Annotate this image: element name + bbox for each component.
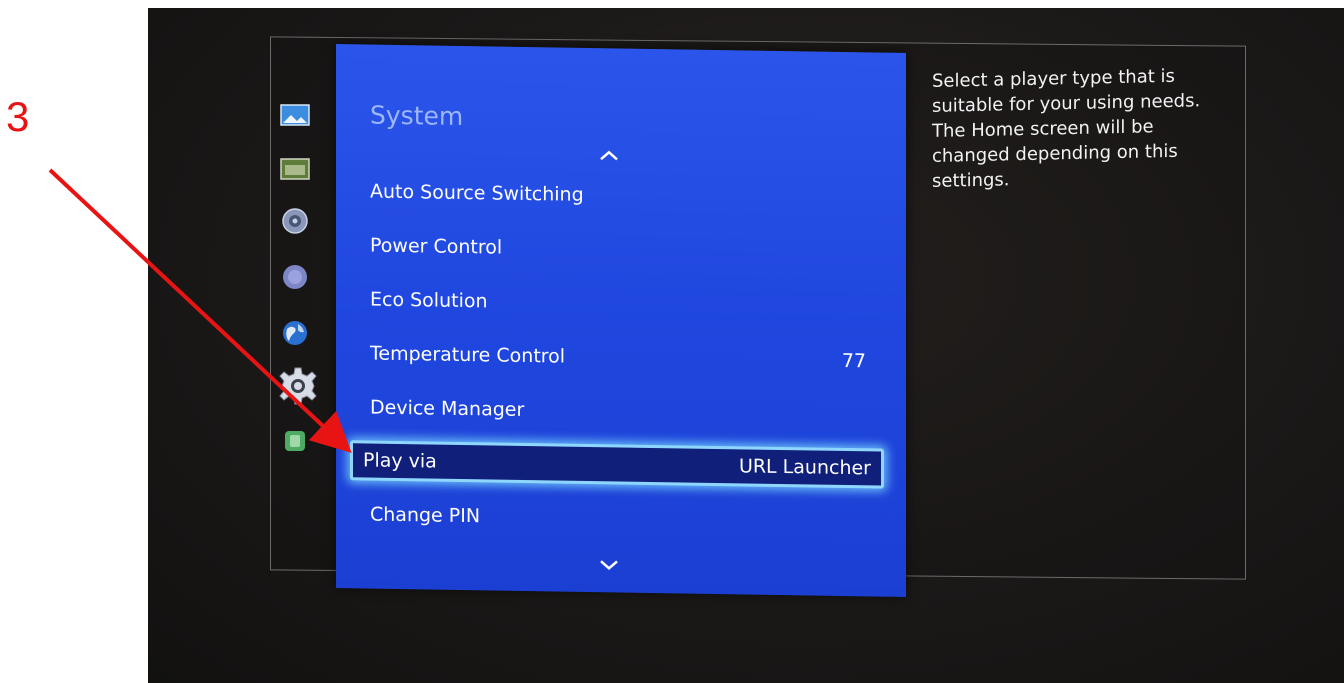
menu-item-label: Play via [363,449,437,473]
menu-item-power-control[interactable]: Power Control [370,226,870,274]
menu-item-auto-source-switching[interactable]: Auto Source Switching [370,172,870,220]
tv-screen: System Auto Source Switching Power Contr… [148,8,1344,683]
picture-icon[interactable] [278,98,312,132]
system-menu-panel: System Auto Source Switching Power Contr… [336,44,906,597]
broadcast-icon[interactable] [278,260,312,294]
scroll-down-icon[interactable] [598,558,620,572]
menu-item-change-pin[interactable]: Change PIN [370,495,870,543]
step-number-label: 3 [6,93,30,140]
system-gear-icon[interactable] [278,366,318,406]
menu-item-value: URL Launcher [738,455,871,480]
menu-item-play-via[interactable]: Play via URL Launcher [350,440,884,489]
menu-item-label: Change PIN [370,503,481,528]
menu-item-device-manager[interactable]: Device Manager [370,388,870,436]
menu-item-label: Temperature Control [370,342,566,368]
menu-item-label: Eco Solution [370,288,488,313]
sound-icon[interactable] [278,204,312,238]
menu-item-label: Device Manager [370,396,525,421]
help-description: Select a player type that is suitable fo… [932,65,1201,192]
support-icon[interactable] [278,424,312,458]
menu-item-temperature-control[interactable]: Temperature Control 77 [370,334,870,382]
network-icon[interactable] [278,316,312,350]
scroll-up-icon[interactable] [598,148,620,162]
screen-icon[interactable] [278,152,312,186]
menu-item-value: 77 [841,349,866,373]
menu-title: System [370,100,464,131]
menu-item-label: Power Control [370,234,503,259]
menu-item-eco-solution[interactable]: Eco Solution [370,280,870,328]
menu-item-label: Auto Source Switching [370,180,584,206]
